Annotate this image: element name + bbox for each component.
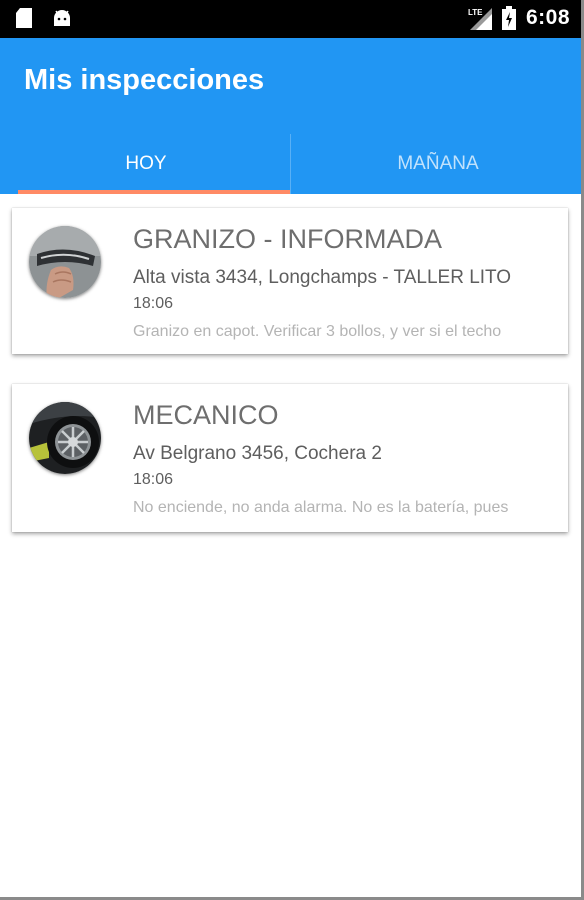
tab-hoy-label: HOY [125,153,167,174]
tab-bar: HOY MAÑANA [0,134,581,194]
network-type-label: LTE [468,8,483,17]
inspection-address: Av Belgrano 3456, Cochera 2 [133,443,382,464]
inspection-card[interactable]: GRANIZO - INFORMADA Alta vista 3434, Lon… [12,208,568,354]
page-title: Mis inspecciones [24,64,265,96]
car-door-handle-photo [29,226,101,298]
selected-tab-indicator [18,190,290,194]
inspection-time: 18:06 [133,471,174,488]
inspection-title: MECANICO [133,400,279,430]
car-wheel-photo [29,402,101,474]
tab-manana[interactable]: MAÑANA [292,134,581,194]
tab-hoy[interactable]: HOY [0,134,292,194]
inspection-title: GRANIZO - INFORMADA [133,224,442,254]
inspection-address: Alta vista 3434, Longchamps - TALLER LIT… [133,267,512,288]
android-icon [54,10,70,26]
inspection-time: 18:06 [133,295,174,312]
tab-manana-label: MAÑANA [397,153,479,174]
tab-divider [290,134,291,194]
status-bar: LTE 6:08 [0,0,581,38]
status-left [16,8,72,28]
sd-card-icon [16,8,32,28]
app-screen: LTE 6:08 Mis inspecciones HOY MAÑANA GRA… [0,0,584,900]
inspection-card[interactable]: MECANICO Av Belgrano 3456, Cochera 2 18:… [12,384,568,532]
status-clock: 6:08 [525,6,570,29]
inspection-description: Granizo en capot. Verificar 3 bollos, y … [133,323,502,340]
inspection-description: No enciende, no anda alarma. No es la ba… [133,499,509,516]
inspection-list: GRANIZO - INFORMADA Alta vista 3434, Lon… [12,208,568,562]
signal-icon: LTE [468,8,492,30]
app-bar: Mis inspecciones HOY MAÑANA [0,38,581,194]
status-right: LTE 6:08 [468,6,570,30]
battery-icon [501,6,516,30]
